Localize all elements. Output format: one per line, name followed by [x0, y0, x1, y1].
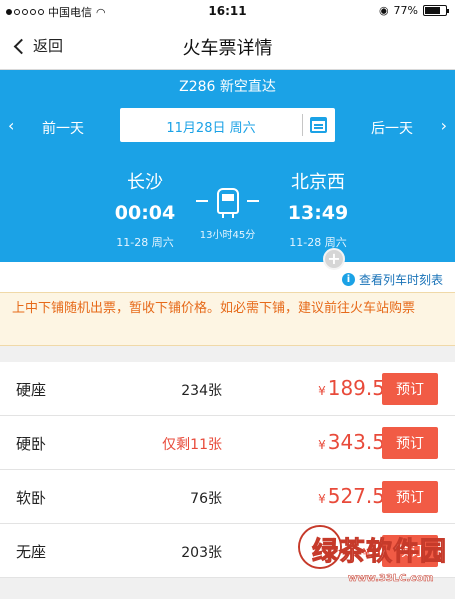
status-bar: 中国电信 ◠ 16:11 ◉ 77% [0, 0, 455, 22]
currency-symbol: ¥ [318, 492, 326, 506]
selected-date: 11月28日 周六 [166, 121, 256, 136]
train-icon [216, 188, 239, 218]
currency-symbol: ¥ [318, 438, 326, 452]
seat-type: 硬卧 [16, 435, 47, 453]
ticket-price: ¥343.5 [290, 430, 385, 454]
info-icon: i [341, 273, 355, 286]
seat-type: 硬座 [16, 381, 47, 399]
watermark-text: 绿茶软件园 [311, 537, 448, 568]
schedule-row: i 查看列车时刻表 [0, 262, 455, 292]
arrival-city: 北京西 [291, 172, 345, 193]
status-right: ◉ 77% [378, 4, 449, 17]
schedule-link-label: 查看列车时刻表 [358, 273, 443, 287]
divider [196, 200, 208, 202]
calendar-icon[interactable] [310, 117, 327, 133]
divider [302, 114, 303, 136]
currency-symbol: ¥ [318, 384, 326, 398]
battery-percent: 77% [393, 4, 418, 17]
date-navigator: ‹ 前一天 11月28日 周六 后一天 › [0, 108, 455, 144]
lock-rotation-icon: ◉ [378, 4, 389, 17]
berth-notice: 上中下铺随机出票，暂收下铺价格。如必需下铺，建议前往火车站购票 [0, 292, 455, 346]
seat-type: 无座 [16, 543, 47, 561]
train-header: Z286 新空直达 ‹ 前一天 11月28日 周六 后一天 › 长沙 00:04… [0, 70, 455, 262]
ticket-price: ¥189.5 [290, 376, 385, 400]
ticket-row: 软卧 76张 ¥527.5 预订 [0, 470, 455, 524]
next-day-button[interactable]: 后一天 [371, 118, 413, 138]
ticket-row: 硬卧 仅剩11张 ¥343.5 预订 [0, 416, 455, 470]
chevron-right-icon[interactable]: › [441, 116, 447, 135]
ticket-count: 76张 [190, 491, 222, 507]
price-value: 343.5 [327, 430, 385, 454]
ticket-count: 仅剩11张 [162, 437, 222, 453]
prev-day-button[interactable]: 前一天 [42, 118, 84, 138]
ticket-count: 234张 [181, 383, 222, 399]
nav-bar: 返回 火车票详情 [0, 22, 455, 70]
arrival-info: 北京西 13:49 11-28 周六 [253, 168, 383, 250]
ticket-count: 203张 [181, 545, 222, 561]
book-button[interactable]: 预订 [382, 427, 438, 459]
watermark-url: www.33LC.com [348, 573, 434, 585]
date-picker[interactable]: 11月28日 周六 [120, 108, 335, 142]
chevron-left-icon[interactable]: ‹ [8, 116, 14, 135]
battery-icon [423, 5, 449, 16]
arrival-time: 13:49 [287, 202, 349, 224]
book-button[interactable]: 预订 [382, 481, 438, 513]
train-title: Z286 新空直达 [179, 79, 276, 95]
page-title: 火车票详情 [182, 38, 273, 59]
ticket-row: 硬座 234张 ¥189.5 预订 [0, 362, 455, 416]
price-value: 189.5 [327, 376, 385, 400]
expand-plus-icon[interactable]: + [323, 248, 345, 270]
seat-type: 软卧 [16, 489, 47, 507]
watermark-logo: 绿茶软件园 www.33LC.com [300, 525, 455, 599]
price-value: 527.5 [327, 484, 385, 508]
ticket-price: ¥527.5 [290, 484, 385, 508]
book-button[interactable]: 预订 [382, 373, 438, 405]
arrival-date: 11-28 周六 [289, 236, 347, 249]
view-schedule-link[interactable]: i 查看列车时刻表 [341, 271, 443, 288]
